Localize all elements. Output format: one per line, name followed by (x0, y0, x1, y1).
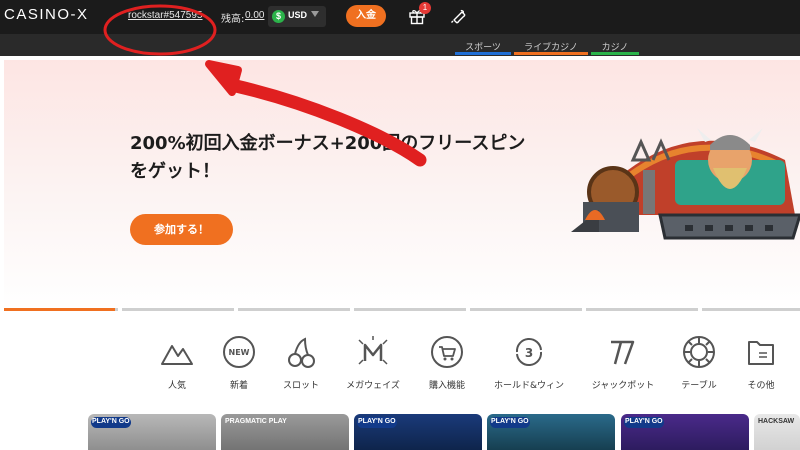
folder-icon (748, 341, 774, 365)
category-label: 新着 (229, 381, 248, 391)
tab-casino-underline (591, 52, 639, 55)
new-badge-icon: NEW (223, 336, 255, 368)
slide-progress-fill (4, 308, 115, 311)
section-nav: スポーツ ライブカジノ カジノ (0, 34, 800, 56)
tab-live-casino-underline (514, 52, 588, 55)
poker-chip-icon (683, 336, 715, 368)
category-megaways[interactable]: メガウェイズ (338, 334, 408, 391)
category-label: スロット (282, 381, 319, 391)
provider-label: HACKSAW (758, 418, 795, 425)
currency-code: USD (288, 10, 308, 20)
slide-indicator-3[interactable] (238, 308, 350, 311)
slide-indicator-5[interactable] (470, 308, 582, 311)
game-tile[interactable]: PLAY'N GO (621, 414, 749, 450)
deposit-button[interactable]: 入金 (346, 5, 386, 27)
cart-icon (431, 336, 463, 368)
currency-selector[interactable]: $ USD (268, 6, 326, 27)
slide-indicator-6[interactable] (586, 308, 698, 311)
casino-lobby-page: CASINO-X rockstar#547595 残高: 0.00 $ USD … (0, 0, 800, 450)
casino-logo[interactable]: CASINO-X (4, 6, 89, 23)
provider-label: PRAGMATIC PLAY (225, 418, 287, 425)
category-label: メガウェイズ (346, 381, 400, 391)
category-label: 人気 (167, 381, 186, 391)
megaways-icon (358, 336, 388, 365)
category-table[interactable]: テーブル (664, 334, 734, 391)
promo-title: 200%初回入金ボーナス+200回のフリースピンをゲット！ (130, 133, 526, 182)
chevron-down-icon (311, 11, 319, 17)
join-button[interactable]: 参加する！ (130, 214, 233, 245)
balance-label: 残高: (221, 14, 245, 25)
mountain-icon (161, 345, 193, 365)
cherry-icon (288, 337, 315, 368)
hold-win-icon: 3 (515, 338, 543, 366)
bell-icon[interactable] (449, 7, 467, 25)
game-tile[interactable]: PLAY'N GO (487, 414, 615, 450)
svg-text:3: 3 (525, 346, 533, 360)
category-other[interactable]: その他 (726, 334, 796, 391)
category-hold-win[interactable]: 3 ホールド&ウィン (494, 334, 564, 391)
category-label: ジャックポット (591, 381, 655, 391)
category-label: 購入機能 (428, 381, 465, 391)
provider-label: PLAY'N GO (625, 418, 663, 425)
category-label: ホールド&ウィン (494, 381, 565, 391)
top-bar: CASINO-X rockstar#547595 残高: 0.00 $ USD … (0, 0, 800, 34)
category-label: テーブル (681, 381, 717, 391)
category-popular[interactable]: 人気 (142, 334, 212, 391)
jackpot-777-icon (611, 340, 635, 365)
dollar-icon: $ (272, 10, 285, 23)
provider-label: PLAY'N GO (358, 418, 396, 425)
category-new[interactable]: NEW 新着 (204, 334, 274, 391)
game-tile[interactable]: PLAY'N GO (354, 414, 482, 450)
game-tile[interactable]: HACKSAW (754, 414, 800, 450)
game-tile[interactable]: PLAY'N GO (88, 414, 216, 450)
category-jackpot[interactable]: ジャックポット (588, 334, 658, 391)
balance-value[interactable]: 0.00 (245, 10, 264, 21)
username-link[interactable]: rockstar#547595 (128, 10, 203, 21)
gift-count-badge: 1 (419, 2, 431, 14)
category-buy-feature[interactable]: 購入機能 (412, 334, 482, 391)
category-slots[interactable]: スロット (266, 334, 336, 391)
tab-sports-underline (455, 52, 511, 55)
game-tile[interactable]: PRAGMATIC PLAY (221, 414, 349, 450)
category-label: その他 (747, 381, 775, 391)
provider-label: PLAY'N GO (92, 418, 130, 425)
slide-indicator-4[interactable] (354, 308, 466, 311)
slide-indicator-7[interactable] (702, 308, 800, 311)
svg-text:NEW: NEW (229, 348, 250, 357)
slide-indicator-2[interactable] (122, 308, 234, 311)
provider-label: PLAY'N GO (491, 418, 529, 425)
viking-illustration (571, 128, 800, 240)
